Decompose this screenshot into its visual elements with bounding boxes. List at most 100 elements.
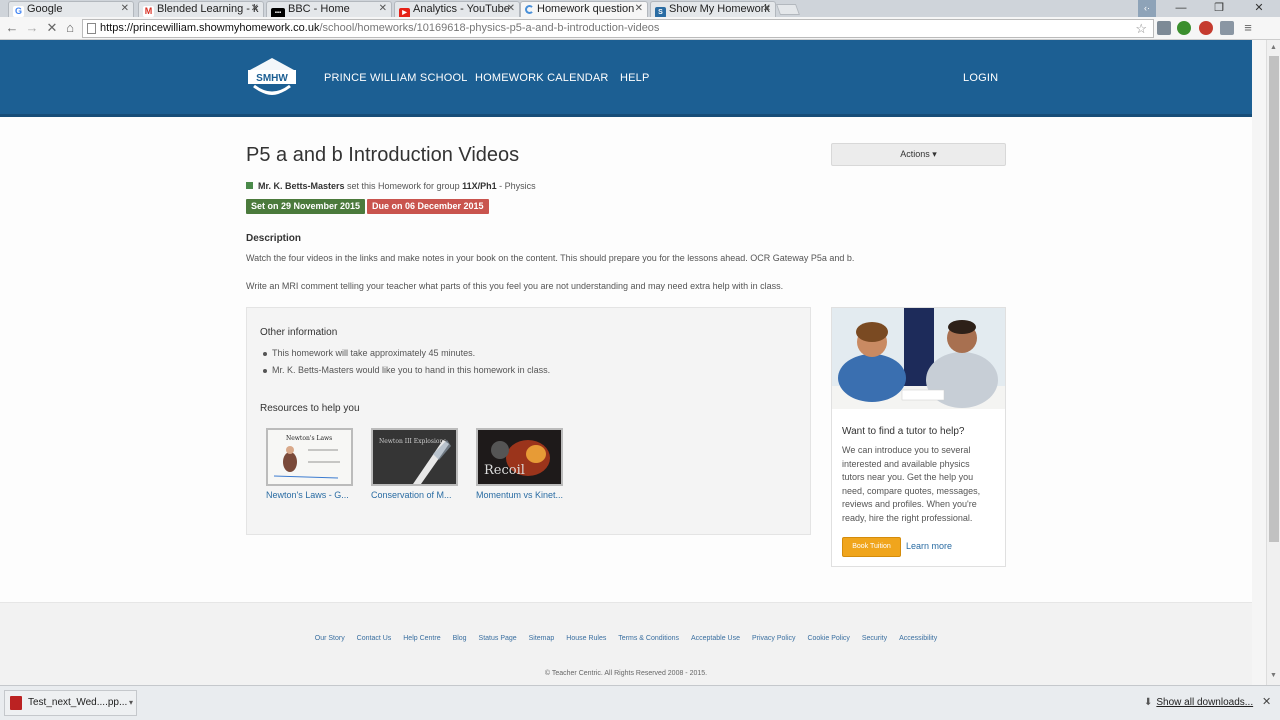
browser-toolbar: ← → ✕ ⌂ https://princewilliam.showmyhome…	[0, 17, 1280, 40]
new-tab-button[interactable]	[775, 4, 801, 15]
tutor-heading: Want to find a tutor to help?	[842, 426, 965, 437]
nav-help[interactable]: HELP	[620, 72, 650, 84]
tab-title: Google	[27, 3, 63, 15]
extension-icon[interactable]	[1157, 21, 1171, 35]
scroll-up-icon[interactable]: ▲	[1270, 44, 1277, 51]
close-tab-icon[interactable]: ✕	[121, 2, 129, 16]
learn-more-link[interactable]: Learn more	[906, 541, 952, 551]
thumb-text: Newton's Laws	[286, 435, 332, 442]
forward-arrow-icon[interactable]: →	[24, 20, 40, 36]
resource-thumbnail-momentum[interactable]: Recoil	[476, 428, 563, 486]
tab-title: BBC - Home	[288, 3, 350, 15]
scrollbar-thumb[interactable]	[1269, 56, 1279, 542]
tab-show-my-homework[interactable]: S Show My Homework ✕	[650, 1, 776, 17]
tab-google[interactable]: G Google ✕	[8, 1, 134, 17]
footer-link[interactable]: Accessibility	[899, 635, 937, 642]
browser-tab-strip: G Google ✕ M Blended Learning - k ✕ ▪▪▪ BBC -…	[0, 0, 1280, 17]
smhw-favicon-icon: S	[655, 7, 666, 17]
download-item[interactable]: Test_next_Wed....pp... ▾	[4, 690, 137, 716]
other-information-heading: Other information	[260, 327, 338, 338]
scroll-down-icon[interactable]: ▼	[1270, 672, 1277, 679]
loading-spinner-icon	[525, 5, 534, 14]
show-all-downloads-link[interactable]: ⬇ Show all downloads...	[1144, 697, 1253, 708]
copyright-text: © Teacher Centric. All Rights Reserved 2…	[544, 670, 708, 677]
menu-icon[interactable]: ≡	[1240, 20, 1256, 36]
address-bar[interactable]: https://princewilliam.showmyhomework.co.…	[82, 19, 1154, 38]
nav-homework-calendar[interactable]: HOMEWORK CALENDAR	[475, 72, 609, 84]
tab-title: Blended Learning - k	[157, 3, 259, 15]
site-header: SMHW PRINCE WILLIAM SCHOOL HOMEWORK CALE…	[0, 40, 1252, 117]
close-tab-icon[interactable]: ✕	[635, 2, 643, 16]
tutor-advert-card: Want to find a tutor to help? We can int…	[831, 307, 1006, 567]
tutor-description: We can introduce you to several interest…	[842, 445, 981, 523]
footer-link[interactable]: Our Story	[315, 635, 345, 642]
profile-menu-icon[interactable]: ‹·	[1138, 0, 1156, 17]
footer-link[interactable]: Privacy Policy	[752, 635, 796, 642]
red-extension-icon[interactable]	[1199, 21, 1213, 35]
download-filename: Test_next_Wed....pp...	[28, 697, 128, 708]
other-information-panel: Other information This homework will tak…	[246, 307, 811, 535]
footer-link[interactable]: Help Centre	[403, 635, 440, 642]
green-extension-icon[interactable]	[1177, 21, 1191, 35]
tab-gmail[interactable]: M Blended Learning - k ✕	[138, 1, 264, 17]
tab-homework-question[interactable]: Homework question ✕	[520, 1, 648, 17]
bbc-favicon-icon: ▪▪▪	[271, 8, 285, 17]
login-link[interactable]: LOGIN	[963, 72, 998, 84]
youtube-favicon-icon: ▶	[399, 8, 410, 17]
close-tab-icon[interactable]: ✕	[507, 2, 515, 16]
description-paragraph: Watch the four videos in the links and m…	[246, 253, 855, 263]
footer-link[interactable]: Acceptable Use	[691, 635, 740, 642]
close-downloads-icon[interactable]: ✕	[1262, 695, 1271, 708]
footer-link[interactable]: Blog	[453, 635, 467, 642]
close-window-icon[interactable]: ✕	[1248, 0, 1270, 17]
footer-link[interactable]: Contact Us	[357, 635, 392, 642]
book-tuition-button[interactable]: Book Tuition	[842, 537, 901, 557]
actions-dropdown-button[interactable]: Actions ▾	[831, 143, 1006, 166]
resources-heading: Resources to help you	[260, 403, 360, 414]
page-title: P5 a and b Introduction Videos	[246, 144, 520, 166]
close-tab-icon[interactable]: ✕	[763, 2, 771, 16]
smhw-logo[interactable]: SMHW	[246, 56, 298, 100]
footer-link[interactable]: Sitemap	[529, 635, 555, 642]
footer-link[interactable]: House Rules	[566, 635, 606, 642]
home-icon[interactable]: ⌂	[62, 20, 78, 36]
resource-link[interactable]: Conservation of M...	[371, 490, 452, 500]
close-tab-icon[interactable]: ✕	[379, 2, 387, 16]
thumb-text: Recoil	[484, 463, 525, 478]
tab-title: Analytics - YouTube	[413, 3, 510, 15]
footer-link[interactable]: Terms & Conditions	[618, 635, 679, 642]
due-date-badge: Due on 06 December 2015	[367, 199, 489, 214]
url-path: /school/homeworks/10169618-physics-p5-a-…	[319, 22, 660, 34]
back-arrow-icon[interactable]: ←	[4, 20, 20, 36]
cast-icon[interactable]	[1220, 21, 1234, 35]
footer-links: Our Story Contact Us Help Centre Blog St…	[0, 635, 1252, 642]
minimize-icon[interactable]: —	[1170, 0, 1192, 17]
tutor-photo	[832, 308, 1005, 409]
stop-loading-icon[interactable]: ✕	[44, 20, 60, 36]
download-arrow-icon: ⬇	[1144, 697, 1153, 708]
chevron-down-icon[interactable]: ▾	[129, 691, 133, 715]
google-favicon-icon: G	[13, 6, 24, 17]
set-text: set this Homework for group	[344, 181, 463, 191]
nav-prince-william-school[interactable]: PRINCE WILLIAM SCHOOL	[324, 72, 468, 84]
resource-thumbnail-newtons-laws[interactable]: Newton's Laws	[266, 428, 353, 486]
footer-link[interactable]: Security	[862, 635, 887, 642]
set-date-badge: Set on 29 November 2015	[246, 199, 366, 214]
resource-link[interactable]: Momentum vs Kinet...	[476, 490, 563, 500]
downloads-bar: Test_next_Wed....pp... ▾ ⬇ Show all downl…	[0, 685, 1280, 720]
tab-bbc[interactable]: ▪▪▪ BBC - Home ✕	[266, 1, 392, 17]
footer-link[interactable]: Cookie Policy	[807, 635, 849, 642]
page-icon	[87, 23, 96, 34]
close-tab-icon[interactable]: ✕	[251, 2, 259, 16]
tab-youtube[interactable]: ▶ Analytics - YouTube ✕	[394, 1, 520, 17]
logo-text: SMHW	[256, 73, 288, 84]
restore-icon[interactable]: ❐	[1208, 0, 1230, 17]
page-scrollbar[interactable]: ▲ ▼	[1266, 40, 1280, 685]
footer-link[interactable]: Status Page	[479, 635, 517, 642]
teacher-name: Mr. K. Betts-Masters	[258, 181, 345, 191]
bookmark-star-icon[interactable]: ☆	[1135, 20, 1147, 37]
resource-thumbnail-conservation[interactable]: Newton III Explosions	[371, 428, 458, 486]
homework-page: P5 a and b Introduction Videos Actions ▾…	[0, 117, 1252, 602]
show-all-label: Show all downloads...	[1156, 697, 1254, 708]
resource-link[interactable]: Newton's Laws - G...	[266, 490, 349, 500]
